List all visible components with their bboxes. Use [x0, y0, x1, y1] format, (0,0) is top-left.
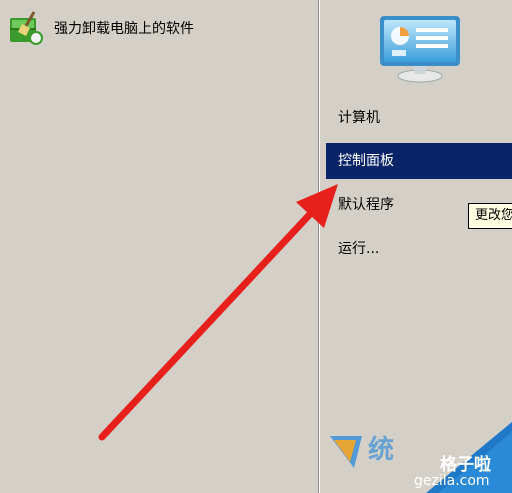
control-panel-monitor-icon: [380, 16, 460, 83]
svg-text:统: 统: [368, 434, 394, 465]
tooltip: 更改您: [468, 203, 512, 229]
menu-item-label: 运行...: [338, 241, 380, 257]
program-item-uninstaller[interactable]: 强力卸载电脑上的软件: [6, 6, 194, 50]
menu-item-run[interactable]: 运行...: [326, 231, 512, 267]
watermark-brand: 格子啦: [440, 455, 491, 475]
watermark-url: gezila.com: [414, 473, 490, 489]
uninstall-broom-icon: [10, 11, 43, 45]
menu-item-label: 控制面板: [338, 153, 394, 169]
menu-item-computer[interactable]: 计算机: [326, 100, 512, 136]
programs-pane: 强力卸载电脑上的软件: [0, 0, 318, 493]
program-label: 强力卸载电脑上的软件: [54, 21, 194, 37]
menu-item-label: 计算机: [338, 110, 380, 126]
menu-item-label: 默认程序: [338, 197, 394, 213]
start-menu: 强力卸载电脑上的软件 计算机 控制面板 默认程序 运行... 更改您 统 格子啦…: [0, 0, 512, 493]
tooltip-text: 更改您: [475, 208, 512, 223]
menu-item-control-panel[interactable]: 控制面板: [326, 143, 512, 179]
